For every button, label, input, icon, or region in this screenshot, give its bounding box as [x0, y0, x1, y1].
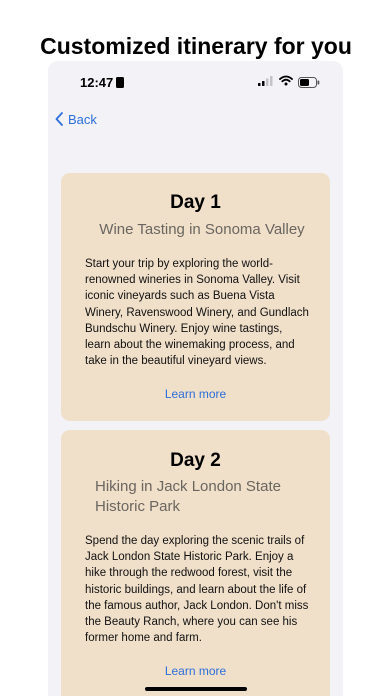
- id-card-icon: [116, 77, 124, 88]
- card-description: Spend the day exploring the scenic trail…: [85, 535, 309, 645]
- card-title: Hiking in Jack London State Historic Par…: [95, 478, 281, 515]
- chevron-left-icon: [55, 112, 63, 126]
- itinerary-card-day-1: Day 1 Wine Tasting in Sonoma Valley Star…: [61, 173, 330, 421]
- card-description: Start your trip by exploring the world-r…: [85, 258, 309, 368]
- day-heading: Day 2: [170, 450, 221, 471]
- page-headline: Customized itinerary for you: [40, 33, 352, 59]
- home-indicator: [145, 687, 247, 691]
- back-label: Back: [68, 111, 97, 127]
- status-bar: 12:47: [48, 61, 343, 105]
- battery-icon: [298, 77, 320, 88]
- signal-icon: [258, 76, 273, 86]
- learn-more-link[interactable]: Learn more: [61, 387, 330, 401]
- day-heading: Day 1: [170, 192, 221, 213]
- wifi-icon: [279, 75, 293, 86]
- back-button[interactable]: Back: [55, 109, 97, 129]
- learn-more-link[interactable]: Learn more: [61, 664, 330, 678]
- itinerary-card-day-2: Day 2 Hiking in Jack London State Histor…: [61, 430, 330, 696]
- card-title: Wine Tasting in Sonoma Valley: [99, 221, 305, 238]
- phone-screen: 12:47 Back Day 1 Wine Tasting in Sonoma …: [48, 61, 343, 696]
- status-time: 12:47: [80, 75, 114, 90]
